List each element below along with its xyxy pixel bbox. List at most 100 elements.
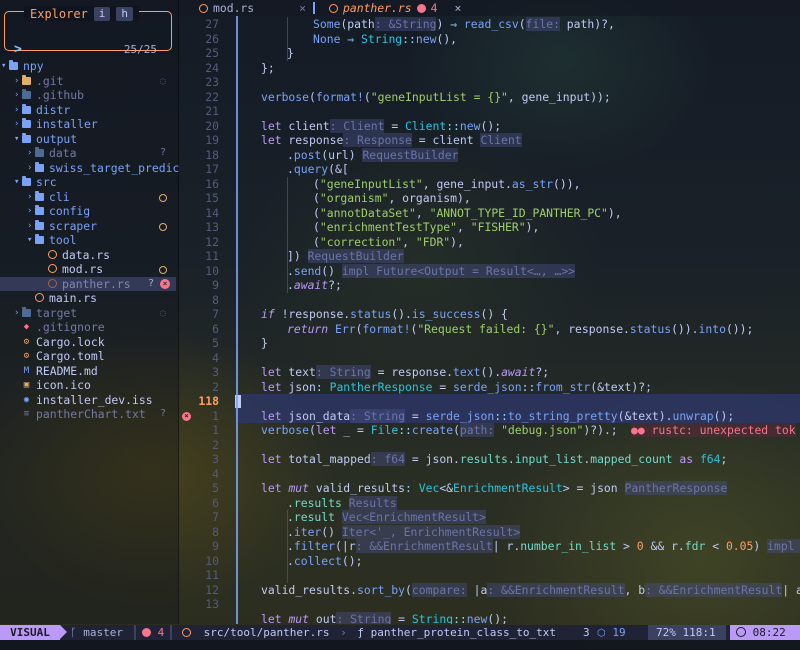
tree-item-label: mod.rs — [62, 262, 104, 276]
line-number: 21 — [205, 104, 219, 118]
tree-item[interactable]: ◆ .gitignore — [0, 320, 176, 335]
line-number: 2 — [212, 437, 219, 452]
line-number: 17 — [205, 162, 219, 176]
installer-script-icon: ◉ — [23, 394, 30, 405]
chevron-down-icon[interactable]: ▾ — [14, 132, 19, 147]
line-number: 14 — [205, 205, 219, 220]
line-number: 27 — [205, 17, 219, 31]
line-number: 11 — [205, 568, 219, 582]
tab-label: panther.rs — [343, 1, 412, 15]
rust-file-icon — [329, 3, 338, 13]
line-number: 13 — [205, 597, 219, 611]
line-number: 26 — [205, 31, 219, 46]
chevron-down-icon[interactable]: ▾ — [1, 59, 6, 74]
tab-mod-rs[interactable]: mod.rs × — [199, 0, 306, 16]
indent-guide — [287, 176, 288, 293]
tree-item[interactable]: › .github — [0, 88, 176, 103]
chevron-right-icon[interactable]: › — [14, 117, 19, 132]
key-hint-i[interactable]: i — [93, 6, 111, 21]
tree-item-label: tool — [49, 233, 77, 247]
tree-item[interactable]: › cli — [0, 190, 176, 205]
tree-item-label: npy — [23, 59, 44, 73]
line-number: 16 — [205, 176, 219, 191]
line-number: 18 — [205, 147, 219, 162]
line-number: 12 — [205, 582, 219, 597]
tree-item[interactable]: ▾ src — [0, 175, 176, 190]
tree-item-label: src — [36, 175, 57, 189]
tree-item[interactable]: ▾ tool — [0, 233, 176, 248]
line-number: 6 — [212, 495, 219, 510]
line-number: 24 — [205, 60, 219, 75]
chevron-right-icon[interactable]: › — [27, 219, 32, 234]
tree-item[interactable]: › .git ◌ — [0, 74, 176, 89]
tree-item[interactable]: ▾ output — [0, 132, 176, 147]
scroll-percent: 72% — [656, 626, 676, 639]
folder-icon — [35, 234, 44, 244]
chevron-right-icon[interactable]: › — [27, 161, 32, 176]
rust-file-icon — [48, 264, 57, 273]
tree-item[interactable]: ≡ pantherChart.txt? — [0, 407, 176, 422]
line-number: 8 — [212, 524, 219, 539]
chevron-down-icon[interactable]: ▾ — [27, 233, 32, 248]
tree-item[interactable]: › swiss_target_predic — [0, 160, 180, 176]
tree-item[interactable]: › data? — [0, 146, 176, 161]
error-count[interactable]: 4 — [142, 625, 164, 640]
close-icon[interactable]: × — [454, 0, 461, 16]
chevron-right-icon[interactable]: › — [27, 190, 32, 205]
tree-item-label: scraper — [49, 218, 98, 233]
chevron-down-icon[interactable]: ▾ — [14, 175, 19, 190]
tree-item[interactable]: main.rs — [0, 291, 176, 306]
tree-item[interactable]: ◉ installer_dev.iss — [0, 393, 176, 408]
explorer-prompt-icon: > — [14, 42, 22, 57]
tree-item[interactable]: › config — [0, 204, 176, 219]
line-number: 20 — [205, 118, 219, 133]
line-number: 15 — [205, 191, 219, 205]
tree-item-label: panther.rs — [62, 276, 131, 291]
tree-item[interactable]: › installer — [0, 117, 176, 132]
line-number: 5 — [212, 481, 219, 495]
tree-item[interactable]: data.rs — [0, 248, 176, 263]
tree-item-label: output — [36, 131, 78, 146]
tree-item-label: .gitignore — [36, 320, 105, 334]
tree-item[interactable]: ▣ icon.ico — [0, 378, 176, 393]
tree-item[interactable]: › target ◌ — [0, 306, 176, 321]
tree-item[interactable]: › scraper — [0, 219, 176, 234]
chevron-right-icon[interactable]: › — [14, 88, 19, 103]
tree-item-label: target — [36, 305, 78, 320]
branch-icon: ᚴ — [70, 626, 77, 639]
chevron-right-icon[interactable]: › — [27, 204, 32, 219]
folder-icon — [22, 118, 31, 128]
line-number: 9 — [212, 539, 219, 553]
line-number: 23 — [205, 75, 219, 89]
tab-panther-rs[interactable]: panther.rs 4 × — [329, 0, 461, 16]
chevron-right-icon[interactable]: › — [27, 146, 32, 161]
branch-name: master — [83, 626, 123, 639]
chevron-right-icon[interactable]: › — [14, 306, 19, 321]
tree-item[interactable]: ⚙ Cargo.lock — [0, 335, 176, 350]
chevron-right-icon[interactable]: › — [14, 74, 19, 89]
command-line[interactable] — [0, 640, 800, 650]
tab-bar: mod.rs × panther.rs 4 × — [179, 0, 800, 16]
line-number: 11 — [205, 249, 219, 263]
close-icon[interactable]: × — [299, 0, 306, 16]
key-hint-h[interactable]: h — [116, 6, 134, 21]
tree-item[interactable]: mod.rs — [0, 262, 176, 277]
tree-item-label: swiss_target_predic — [49, 160, 180, 175]
tree-item-label: .git — [36, 73, 64, 88]
tree-item-label: pantherChart.txt — [36, 407, 146, 421]
tree-item[interactable]: ▾ npy — [0, 59, 176, 74]
image-icon: ▣ — [23, 380, 30, 390]
tree-item[interactable]: M README.md — [0, 364, 176, 379]
line-number: 4 — [212, 350, 219, 365]
tree-item-label: icon.ico — [36, 378, 91, 392]
code-editor[interactable]: 27 26 25 24 23 22 21 20 19 18 17 16 15 14 13 12 11 10 9 8 7 6… — [179, 16, 800, 624]
chevron-right-icon[interactable]: › — [14, 103, 19, 118]
file-explorer: > 25/25 Explorer i h ▾ npy › .git ◌ › .github ›… — [0, 0, 179, 624]
line-number: 3 — [212, 452, 219, 466]
git-branch[interactable]: ᚴ master — [70, 625, 123, 640]
error-icon: × — [160, 278, 170, 289]
tree-item[interactable]: panther.rs? × — [0, 276, 176, 291]
rust-file-icon — [199, 3, 208, 13]
tree-item[interactable]: ⚙ Cargo.toml — [0, 349, 176, 364]
tree-item[interactable]: › distr — [0, 103, 176, 118]
